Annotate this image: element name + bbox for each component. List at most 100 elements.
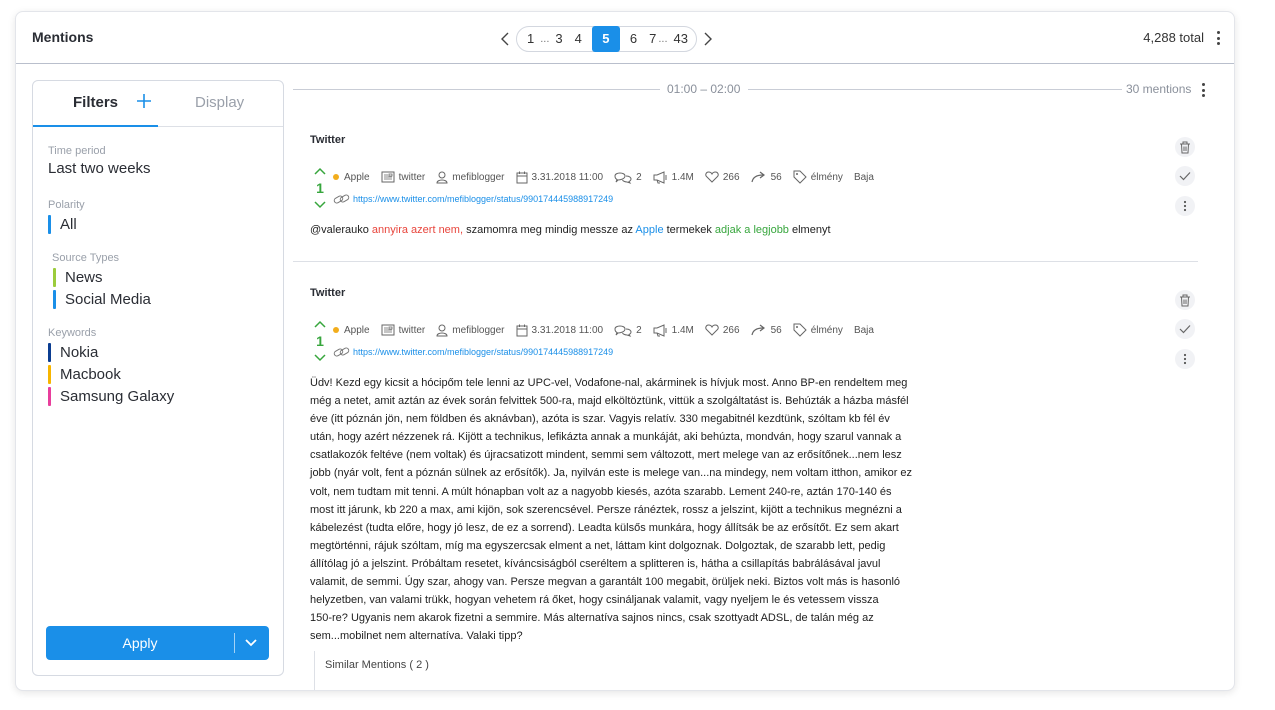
comments-count: 2 (636, 324, 642, 336)
meta-keyword[interactable]: Apple (333, 325, 370, 336)
apply-button[interactable]: Apply (46, 635, 234, 651)
keyword-item-samsung-galaxy[interactable]: Samsung Galaxy (48, 387, 174, 406)
keyword-item-nokia[interactable]: Nokia (48, 343, 98, 362)
text-line: valamit, de semmi. Úgy szar, ahogy van. … (310, 576, 901, 589)
meta-comments: 2 (614, 324, 642, 337)
mention-card: Twitter 1 Apple twitter mefiblogger 3.31… (293, 217, 1198, 690)
time-period-label: Time period (48, 145, 106, 157)
text-line: kábelezést (tudta előre, hogy jó lesz, d… (310, 521, 899, 534)
text-line: sem...mobilnet nem alternatíva. Valaki t… (310, 630, 523, 643)
megaphone-icon (653, 323, 667, 337)
more-icon[interactable] (1175, 349, 1195, 369)
date-text: 3.31.2018 11:00 (531, 171, 604, 183)
location-text: Baja (853, 171, 874, 183)
tag-text: élmény (810, 324, 843, 336)
mention-meta: Apple twitter mefiblogger 3.31.2018 11:0… (333, 323, 885, 337)
meta-comments: 2 (614, 171, 642, 184)
header-more-icon[interactable] (1214, 31, 1222, 45)
tab-display[interactable]: Display (195, 94, 244, 111)
page-list: 1 ... 3 4 5 6 7 ... 43 (516, 25, 697, 52)
share-icon (750, 324, 765, 336)
mention-link[interactable]: https://www.twitter.com/mefiblogger/stat… (333, 346, 613, 358)
mention-meta: Apple twitter mefiblogger 3.31.2018 11:0… (333, 170, 885, 184)
delete-icon[interactable] (1175, 137, 1195, 157)
mention-url: https://www.twitter.com/mefiblogger/stat… (353, 194, 614, 204)
text-line: most itt járunk, kb 220 a max, ami kijön… (310, 503, 902, 516)
color-bar (48, 365, 51, 384)
text-line: csatlakozók feltéve (nem voltak) és újra… (310, 449, 902, 462)
meta-location: Baja (854, 325, 874, 336)
mention-source: Twitter (310, 134, 346, 146)
tag-icon (793, 323, 807, 337)
meta-tag[interactable]: élmény (793, 170, 843, 184)
page-43[interactable]: 43 (668, 26, 694, 52)
reach-text: 1.4M (671, 171, 694, 183)
mentions-feed[interactable]: 01:00 – 02:00 30 mentions Twitter 1 Appl… (293, 64, 1213, 690)
mentions-card: Mentions 1 ... 3 4 5 6 7 ... 43 4,288 to… (15, 11, 1235, 691)
timeline-more-icon[interactable] (1199, 83, 1207, 97)
source-item-social-media[interactable]: Social Media (53, 290, 151, 309)
page-5-active[interactable]: 5 (591, 25, 620, 52)
page-ellipsis: ... (540, 32, 550, 45)
page-4[interactable]: 4 (569, 26, 588, 52)
upvote-icon[interactable] (314, 167, 326, 175)
more-icon[interactable] (1175, 196, 1195, 216)
vote-control: 1 (313, 315, 327, 367)
source-label: Social Media (65, 291, 151, 308)
text-line: 150-re? Ugyanis nem akarok fizetni a sem… (310, 612, 874, 625)
source-label: News (65, 269, 103, 286)
newspaper-icon (381, 171, 395, 183)
downvote-icon[interactable] (314, 354, 326, 362)
meta-shares: 56 (750, 324, 782, 336)
user-icon (436, 171, 448, 183)
polarity-item-all[interactable]: All (48, 215, 77, 234)
page-6[interactable]: 6 (624, 26, 643, 52)
meta-tag[interactable]: élmény (793, 323, 843, 337)
newspaper-icon (381, 324, 395, 336)
meta-platform: twitter (381, 324, 425, 336)
add-filter-icon[interactable] (136, 93, 152, 109)
downvote-icon[interactable] (314, 201, 326, 209)
meta-shares: 56 (750, 171, 782, 183)
keyword-label: Nokia (60, 344, 99, 361)
text-line: megtörténni, rájuk szóltam, míg ma egysz… (310, 539, 886, 552)
next-page-icon[interactable] (699, 32, 717, 46)
link-icon (333, 347, 350, 357)
mention-url: https://www.twitter.com/mefiblogger/stat… (353, 347, 614, 357)
text-line: Üdv! Kezd egy kicsit a hócipőm tele lenn… (310, 377, 908, 389)
meta-date: 3.31.2018 11:00 (516, 324, 603, 337)
check-icon[interactable] (1175, 319, 1195, 339)
text-line: éve (itt póznán jön, nem földben és akná… (310, 413, 890, 426)
upvote-icon[interactable] (314, 320, 326, 328)
share-icon (750, 171, 765, 183)
time-period-value[interactable]: Last two weeks (48, 160, 151, 177)
page-title: Mentions (32, 29, 94, 45)
prev-page-icon[interactable] (496, 32, 514, 46)
meta-platform: twitter (381, 171, 425, 183)
keyword-item-macbook[interactable]: Macbook (48, 365, 121, 384)
meta-date: 3.31.2018 11:00 (516, 171, 604, 184)
polarity-value: All (60, 216, 77, 233)
delete-icon[interactable] (1175, 290, 1195, 310)
source-item-news[interactable]: News (53, 268, 103, 287)
chevron-down-icon[interactable] (243, 636, 259, 650)
meta-author[interactable]: mefiblogger (436, 324, 505, 337)
meta-keyword[interactable]: Apple (333, 172, 370, 183)
keyword-text: Apple (344, 324, 370, 336)
vote-count: 1 (316, 333, 324, 349)
keyword-label: Macbook (60, 366, 121, 383)
filters-panel: Filters Display Time period Last two wee… (32, 80, 284, 676)
page-7[interactable]: 7 (643, 26, 658, 52)
meta-likes: 266 (705, 324, 740, 336)
mention-link[interactable]: https://www.twitter.com/mefiblogger/stat… (333, 193, 613, 205)
similar-mentions[interactable]: Similar Mentions ( 2 ) (314, 651, 429, 690)
meta-author[interactable]: mefiblogger (436, 171, 505, 184)
tab-filters[interactable]: Filters (73, 94, 118, 111)
color-bar (48, 387, 51, 406)
page-3[interactable]: 3 (549, 26, 568, 52)
check-icon[interactable] (1175, 166, 1195, 186)
page-1[interactable]: 1 (521, 26, 540, 52)
likes-count: 266 (722, 171, 740, 183)
link-icon (333, 194, 350, 204)
keyword-label: Samsung Galaxy (60, 388, 175, 405)
